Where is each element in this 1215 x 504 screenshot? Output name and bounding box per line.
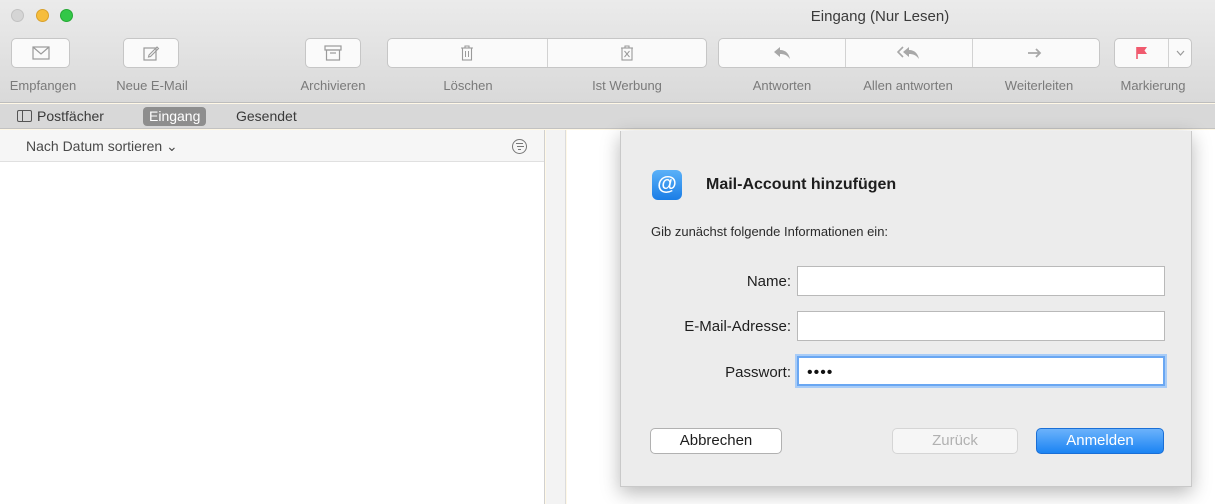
junk-icon <box>620 45 633 61</box>
flag-menu-button[interactable] <box>1169 39 1191 67</box>
reply-segment <box>718 38 1100 68</box>
get-mail-label: Empfangen <box>9 78 77 93</box>
mailboxes-toggle[interactable]: Postfächer <box>17 107 104 126</box>
get-mail-button[interactable] <box>11 38 70 68</box>
sign-in-button[interactable]: Anmelden <box>1036 428 1164 454</box>
password-label: Passwort: <box>725 364 791 381</box>
archive-button[interactable] <box>305 38 361 68</box>
back-button[interactable]: Zurück <box>892 428 1018 454</box>
delete-button[interactable] <box>388 39 548 67</box>
delete-label: Löschen <box>443 78 493 93</box>
forward-label: Weiterleiten <box>1004 78 1074 93</box>
close-window-button[interactable] <box>11 9 24 22</box>
message-list: Nach Datum sortieren ⌄ <box>0 130 545 504</box>
flag-button[interactable] <box>1115 39 1169 67</box>
add-mail-account-dialog: @ Mail-Account hinzufügen Gib zunächst f… <box>620 131 1192 487</box>
archive-icon <box>324 45 342 61</box>
filter-icon[interactable] <box>512 139 527 154</box>
dialog-title: Mail-Account hinzufügen <box>706 176 897 193</box>
delete-junk-segment <box>387 38 707 68</box>
mail-window: Eingang (Nur Lesen) Empfangen Neue E-Mai… <box>0 0 1215 504</box>
sort-by-date-menu[interactable]: Nach Datum sortieren ⌄ <box>26 138 178 155</box>
window-title: Eingang (Nur Lesen) <box>810 8 950 25</box>
pane-divider[interactable] <box>546 130 566 504</box>
reply-label: Antworten <box>752 78 812 93</box>
name-label: Name: <box>746 273 791 290</box>
mailboxes-label: Postfächer <box>37 108 104 124</box>
junk-label: Ist Werbung <box>592 78 662 93</box>
flag-segment <box>1114 38 1192 68</box>
password-mask: •••• <box>807 364 834 381</box>
flag-label: Markierung <box>1120 78 1186 93</box>
forward-button[interactable] <box>973 39 1099 67</box>
reply-all-label: Allen antworten <box>863 78 953 93</box>
junk-button[interactable] <box>548 39 707 67</box>
at-sign-icon: @ <box>652 170 682 200</box>
favorite-inbox[interactable]: Eingang <box>143 107 207 126</box>
dialog-subtitle: Gib zunächst folgende Informationen ein: <box>651 224 889 239</box>
title-bar: Eingang (Nur Lesen) Empfangen Neue E-Mai… <box>0 0 1215 103</box>
reply-all-icon <box>897 46 919 59</box>
envelope-icon <box>31 46 50 60</box>
reply-button[interactable] <box>719 39 846 67</box>
email-label: E-Mail-Adresse: <box>684 318 791 335</box>
archive-label: Archivieren <box>300 78 366 93</box>
compose-label: Neue E-Mail <box>116 78 188 93</box>
favorite-sent[interactable]: Gesendet <box>236 107 297 126</box>
reply-all-button[interactable] <box>846 39 973 67</box>
flag-icon <box>1135 47 1147 59</box>
chevron-down-icon <box>1176 50 1184 56</box>
email-field[interactable] <box>797 311 1165 341</box>
password-field[interactable]: •••• <box>797 356 1165 386</box>
reply-icon <box>774 47 790 59</box>
compose-button[interactable] <box>123 38 179 68</box>
cancel-button[interactable]: Abbrechen <box>650 428 782 454</box>
favorites-bar: Postfächer Eingang Gesendet <box>0 104 1215 129</box>
compose-icon <box>143 46 160 61</box>
message-list-header: Nach Datum sortieren ⌄ <box>0 130 544 162</box>
forward-icon <box>1028 48 1042 58</box>
name-field[interactable] <box>797 266 1165 296</box>
sidebar-icon <box>17 110 32 122</box>
minimize-window-button[interactable] <box>36 9 49 22</box>
maximize-window-button[interactable] <box>60 9 73 22</box>
trash-icon <box>461 45 474 61</box>
